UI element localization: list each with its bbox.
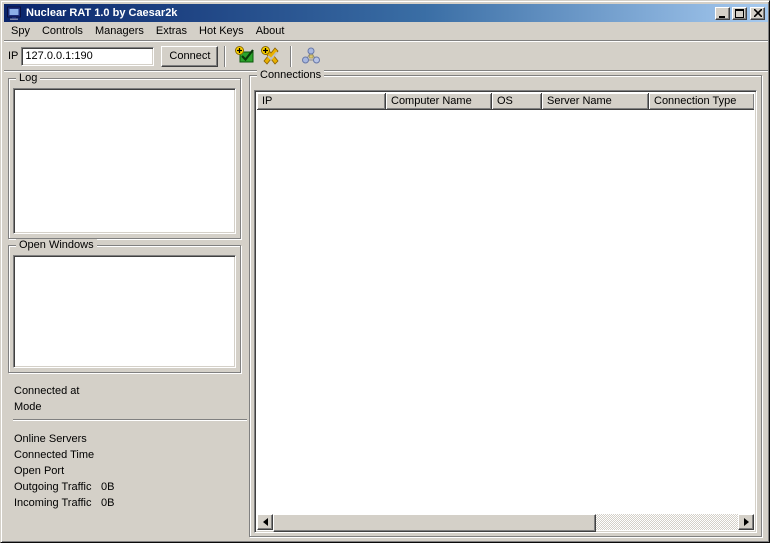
mode-label: Mode <box>14 401 42 413</box>
toolbar: IP Connect <box>4 41 768 71</box>
log-group-title: Log <box>16 72 40 84</box>
outgoing-traffic-label: Outgoing Traffic <box>14 481 91 493</box>
close-button[interactable] <box>750 7 765 20</box>
menu-item-managers[interactable]: Managers <box>89 23 150 39</box>
minimize-button[interactable] <box>715 7 730 20</box>
new-server-button[interactable] <box>233 44 257 68</box>
horizontal-scrollbar <box>257 514 754 530</box>
scrollbar-track[interactable] <box>596 514 738 530</box>
outgoing-traffic-value: 0B <box>101 481 114 493</box>
open-windows-groupbox: Open Windows <box>8 245 241 373</box>
edit-server-icon <box>261 46 281 66</box>
connections-table-header: IP Computer Name OS Server Name Connecti… <box>257 93 754 110</box>
connections-groupbox: Connections IP Computer Name OS Server N… <box>249 75 762 537</box>
scroll-right-icon <box>744 518 749 526</box>
monitor-icon <box>7 6 22 20</box>
column-header-computer-name[interactable]: Computer Name <box>386 93 492 110</box>
ip-label: IP <box>8 50 18 62</box>
app-window: Nuclear RAT 1.0 by Caesar2k Spy Controls… <box>0 0 770 543</box>
incoming-traffic-value: 0B <box>101 497 114 509</box>
connected-at-label: Connected at <box>14 385 79 397</box>
maximize-button[interactable] <box>732 7 747 20</box>
toolbar-separator <box>224 46 226 67</box>
open-port-label: Open Port <box>14 465 64 477</box>
menu-bar: Spy Controls Managers Extras Hot Keys Ab… <box>4 22 768 41</box>
scroll-left-icon <box>263 518 268 526</box>
maximize-icon <box>735 9 744 18</box>
new-server-icon <box>235 46 255 66</box>
network-button[interactable] <box>299 44 323 68</box>
connections-table: IP Computer Name OS Server Name Connecti… <box>254 90 757 533</box>
log-list[interactable] <box>13 88 236 234</box>
column-header-connection-type[interactable]: Connection Type <box>649 93 754 110</box>
menu-item-controls[interactable]: Controls <box>36 23 89 39</box>
column-header-os[interactable]: OS <box>492 93 542 110</box>
connect-button[interactable]: Connect <box>161 46 218 67</box>
menu-item-hot-keys[interactable]: Hot Keys <box>193 23 250 39</box>
open-windows-list[interactable] <box>13 255 236 368</box>
client-area: Log Open Windows Connected at Mode Onlin… <box>4 71 768 541</box>
menu-item-about[interactable]: About <box>250 23 291 39</box>
online-servers-label: Online Servers <box>14 433 87 445</box>
open-windows-group-title: Open Windows <box>16 239 97 251</box>
network-icon <box>301 46 321 66</box>
minimize-icon <box>719 9 727 18</box>
menu-item-spy[interactable]: Spy <box>5 23 36 39</box>
column-header-ip[interactable]: IP <box>257 93 386 110</box>
connections-group-title: Connections <box>257 69 324 81</box>
incoming-traffic-label: Incoming Traffic <box>14 497 91 509</box>
ip-input[interactable] <box>21 47 154 66</box>
scrollbar-thumb[interactable] <box>273 514 596 532</box>
log-groupbox: Log <box>8 78 241 239</box>
app-icon[interactable] <box>7 6 22 20</box>
column-header-server-name[interactable]: Server Name <box>542 93 649 110</box>
scroll-right-button[interactable] <box>738 514 754 530</box>
window-title: Nuclear RAT 1.0 by Caesar2k <box>26 7 713 19</box>
menu-item-extras[interactable]: Extras <box>150 23 193 39</box>
title-bar: Nuclear RAT 1.0 by Caesar2k <box>4 4 768 22</box>
connected-time-label: Connected Time <box>14 449 94 461</box>
toolbar-separator <box>290 46 292 67</box>
status-divider <box>13 419 247 421</box>
scroll-left-button[interactable] <box>257 514 273 530</box>
close-icon <box>754 9 762 17</box>
connections-table-body[interactable] <box>257 110 754 514</box>
edit-server-button[interactable] <box>259 44 283 68</box>
